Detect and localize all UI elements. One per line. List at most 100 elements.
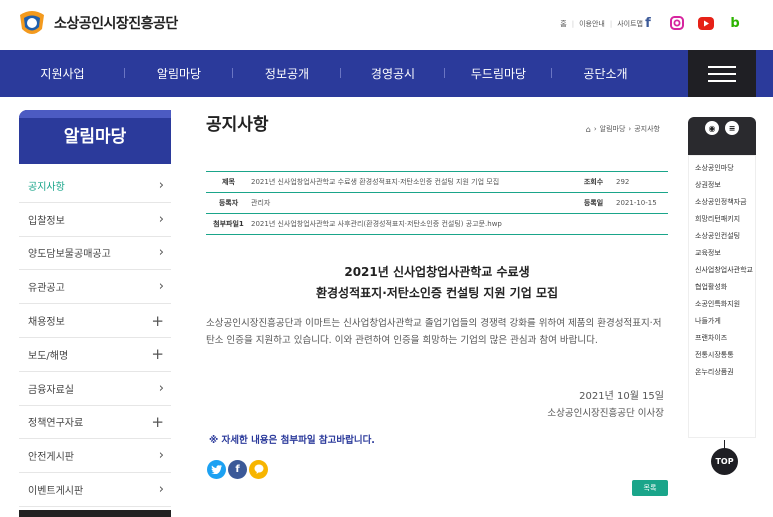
info-label: 등록자 <box>218 199 239 207</box>
info-row-author: 등록자 관리자 등록일 2021-10-15 <box>206 193 668 214</box>
quick-item[interactable]: 프랜차이즈 <box>695 334 755 343</box>
attachment-link[interactable]: 2021년 신사업창업사관학교 사후관리(환경성적표지·저탄소인증 컨설팅) 공… <box>251 219 502 229</box>
hamburger-menu-button[interactable] <box>688 50 756 97</box>
sidebar-item-notice[interactable]: 공지사항 › <box>19 169 171 203</box>
nav-item-dodream[interactable]: 두드림마당 <box>445 65 552 82</box>
chevron-right-icon: › <box>158 279 164 295</box>
sns-links: f b <box>640 15 743 31</box>
main-content: 공지사항 ⌂ › 알림마당 › 공지사항 제목 2021년 신사업창업사관학교 … <box>206 110 668 496</box>
top-label: TOP <box>711 448 738 475</box>
youtube-icon[interactable] <box>698 15 714 31</box>
utility-links: 홈 | 이용안내 | 사이트맵 <box>560 19 643 29</box>
sidebar-item-label: 정책연구자료 <box>28 418 84 430</box>
info-row-subject: 제목 2021년 신사업창업사관학교 수료생 환경성적표지·저탄소인증 컨설팅 … <box>206 172 668 193</box>
article-title: 2021년 신사업창업사관학교 수료생 환경성적표지·저탄소인증 컨설팅 지원 … <box>206 262 668 304</box>
plus-icon: + <box>151 311 164 330</box>
sidebar-item-label: 금융자료실 <box>28 384 74 396</box>
chevron-right-icon: › <box>158 380 164 396</box>
sidebar-item-research[interactable]: 정책연구자료 + <box>19 406 171 440</box>
chevron-right-icon: › <box>158 245 164 261</box>
facebook-share-icon[interactable]: f <box>228 460 247 479</box>
nav-item-disclosure[interactable]: 정보공개 <box>233 65 341 82</box>
quick-item[interactable]: 전통시장통통 <box>695 351 755 360</box>
main-nav: 지원사업 알림마당 정보공개 경영공시 두드림마당 공단소개 <box>0 50 773 97</box>
sidebar-item-bid[interactable]: 입찰정보 › <box>19 203 171 237</box>
sidebar-item-recruit[interactable]: 채용정보 + <box>19 304 171 338</box>
sidebar-item-label: 공지사항 <box>28 181 65 193</box>
quick-item[interactable]: 소상공인마당 <box>695 164 755 173</box>
plus-icon: + <box>151 345 164 364</box>
quick-item[interactable]: 교육정보 <box>695 249 755 258</box>
breadcrumb-separator: › <box>593 125 597 133</box>
list-icon[interactable]: ≡ <box>725 121 739 135</box>
article-title-line: 환경성적표지·저탄소인증 컨설팅 지원 기업 모집 <box>315 286 559 300</box>
breadcrumb-item[interactable]: 공지사항 <box>634 124 660 134</box>
sidebar-item-label: 유관공고 <box>28 283 65 295</box>
quick-item[interactable]: 소상공인정책자금 <box>695 198 755 207</box>
camera-icon[interactable]: ◉ <box>705 121 719 135</box>
instagram-icon[interactable] <box>669 15 685 31</box>
nav-item-about[interactable]: 공단소개 <box>552 65 659 82</box>
home-icon[interactable]: ⌂ <box>586 125 591 134</box>
nav-item-management[interactable]: 경영공시 <box>341 65 445 82</box>
attachment-note: ※ 자세한 내용은 첨부파일 참고바랍니다. <box>209 435 375 446</box>
quick-item[interactable]: 상권정보 <box>695 181 755 190</box>
chevron-right-icon: › <box>158 211 164 227</box>
sidebar-item-label: 안전게시판 <box>28 452 74 464</box>
article-title-line: 2021년 신사업창업사관학교 수료생 <box>344 265 530 279</box>
sidebar-item-press[interactable]: 보도/해명 + <box>19 338 171 372</box>
breadcrumb: ⌂ › 알림마당 › 공지사항 <box>586 124 660 134</box>
util-separator: | <box>571 20 575 28</box>
article-body: 소상공인시장진흥공단과 이마트는 신사업창업사관학교 졸업기업들의 경쟁력 강화… <box>206 318 662 346</box>
util-link-guide[interactable]: 이용안내 <box>579 19 605 29</box>
left-sidebar: 알림마당 공지사항 › 입찰정보 › 양도담보물공매공고 › 유관공고 › 채용정보 + … <box>19 110 171 507</box>
info-label: 제목 <box>222 178 235 186</box>
menu-bar <box>708 79 736 82</box>
chevron-right-icon: › <box>158 448 164 464</box>
info-row-attachment: 첨부파일1 2021년 신사업창업사관학교 사후관리(환경성적표지·저탄소인증 … <box>206 214 668 235</box>
twitter-share-icon[interactable] <box>207 460 226 479</box>
sign-org: 소상공인시장진흥공단 이사장 <box>547 408 664 419</box>
site-logo[interactable]: 소상공인시장진흥공단 <box>18 9 178 37</box>
plus-icon: + <box>151 412 164 431</box>
quick-item[interactable]: 소상공인컨설팅 <box>695 232 755 241</box>
quick-item[interactable]: 온누리상품권 <box>695 368 755 377</box>
list-button[interactable]: 목록 <box>632 480 668 496</box>
sidebar-bottom-bar <box>19 510 171 517</box>
blog-icon[interactable]: b <box>727 15 743 31</box>
post-subject: 2021년 신사업창업사관학교 수료생 환경성적표지·저탄소인증 컨설팅 지원 … <box>251 178 500 186</box>
quick-menu-header: ◉ ≡ <box>688 117 756 155</box>
facebook-icon[interactable]: f <box>640 15 656 31</box>
breadcrumb-item[interactable]: 알림마당 <box>600 124 626 134</box>
sidebar-item-label: 이벤트게시판 <box>28 486 84 498</box>
sidebar-item-label: 보도/해명 <box>28 350 69 362</box>
post-date: 2021-10-15 <box>616 199 657 207</box>
sidebar-item-finance[interactable]: 금융자료실 › <box>19 372 171 406</box>
kakao-share-icon[interactable] <box>249 460 268 479</box>
post-views: 292 <box>616 178 630 186</box>
util-separator: | <box>609 20 613 28</box>
info-label: 첨부파일1 <box>213 220 244 228</box>
sidebar-item-auction[interactable]: 양도담보물공매공고 › <box>19 237 171 271</box>
nav-item-notice[interactable]: 알림마당 <box>125 65 233 82</box>
quick-item[interactable]: 희망리턴패키지 <box>695 215 755 224</box>
sidebar-item-event[interactable]: 이벤트게시판 › <box>19 473 171 507</box>
quick-menu-list: 소상공인마당 상권정보 소상공인정책자금 희망리턴패키지 소상공인컨설팅 교육정… <box>688 155 756 438</box>
menu-bar <box>708 65 736 68</box>
quick-item[interactable]: 협업활성화 <box>695 283 755 292</box>
breadcrumb-separator: › <box>628 125 632 133</box>
share-buttons: f <box>207 460 268 479</box>
nav-item-support[interactable]: 지원사업 <box>0 65 125 82</box>
util-link-home[interactable]: 홈 <box>560 19 566 29</box>
sidebar-item-safety[interactable]: 안전게시판 › <box>19 439 171 474</box>
sidebar-item-label: 양도담보물공매공고 <box>28 249 111 261</box>
quick-item[interactable]: 신사업창업사관학교 <box>695 266 755 275</box>
sidebar-item-related[interactable]: 유관공고 › <box>19 270 171 305</box>
quick-item[interactable]: 나들가게 <box>695 317 755 326</box>
sidebar-title: 알림마당 <box>19 110 171 164</box>
sign-date: 2021년 10월 15일 <box>579 391 664 402</box>
quick-item[interactable]: 소공인특화지원 <box>695 300 755 309</box>
post-info-table: 제목 2021년 신사업창업사관학교 수료생 환경성적표지·저탄소인증 컨설팅 … <box>206 171 668 235</box>
logo-mark-icon <box>20 11 44 34</box>
scroll-top-button[interactable]: TOP <box>711 440 738 475</box>
